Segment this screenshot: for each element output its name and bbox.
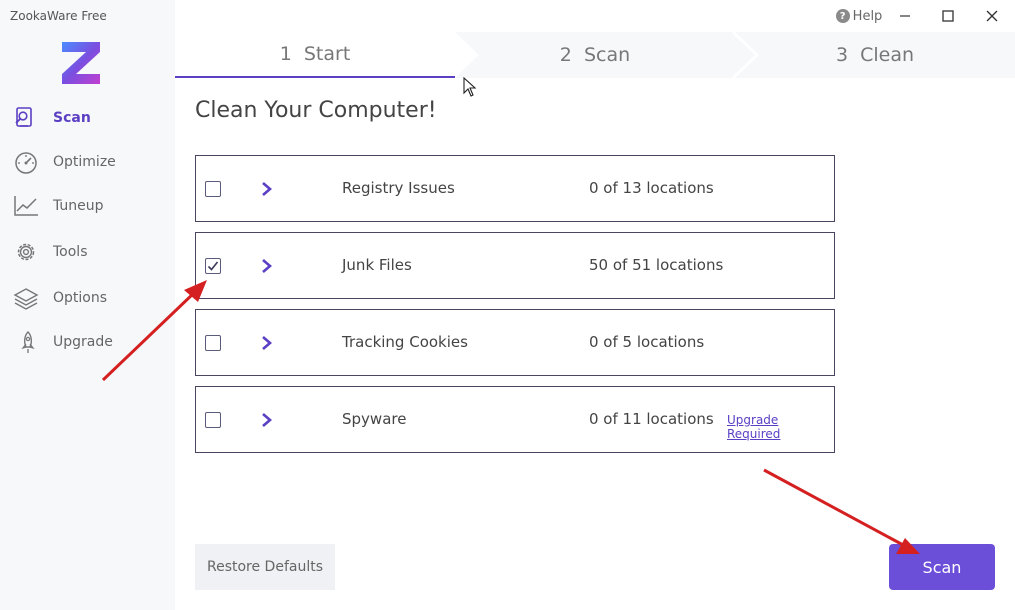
maximize-icon bbox=[942, 10, 954, 22]
close-icon bbox=[986, 10, 998, 22]
gear-icon bbox=[17, 243, 35, 261]
sidebar-item-label: Options bbox=[53, 290, 108, 306]
app-title: ZookaWare Free bbox=[10, 9, 107, 23]
category-count: 0 of 11 locations bbox=[589, 410, 714, 428]
minimize-icon bbox=[900, 15, 910, 17]
restore-defaults-button[interactable]: Restore Defaults bbox=[195, 544, 335, 590]
category-count: 0 of 13 locations bbox=[589, 179, 714, 197]
scan-category-spyware: Spyware 0 of 11 locations Upgrade Requir… bbox=[195, 386, 835, 453]
step-scan: 2 Scan bbox=[475, 32, 715, 78]
help-label: Help bbox=[852, 8, 883, 24]
sidebar-item-options[interactable]: Options bbox=[0, 280, 175, 316]
sidebar-item-scan[interactable]: Scan bbox=[0, 100, 175, 136]
upgrade-required-link[interactable]: Upgrade Required bbox=[727, 413, 834, 441]
sidebar-item-label: Tools bbox=[53, 244, 88, 260]
scan-category-registry-issues: Registry Issues 0 of 13 locations bbox=[195, 155, 835, 222]
scan-icon bbox=[15, 107, 32, 127]
step-label: Start bbox=[303, 43, 351, 65]
step-number: 1 bbox=[279, 43, 292, 65]
chart-line-icon bbox=[14, 196, 38, 216]
step-progress-bar: 1 Start 2 Scan 3 Clean bbox=[175, 32, 1015, 78]
sidebar-item-upgrade[interactable]: Upgrade bbox=[0, 324, 175, 360]
scan-category-tracking-cookies: Tracking Cookies 0 of 5 locations bbox=[195, 309, 835, 376]
registry-issues-checkbox[interactable] bbox=[205, 181, 221, 197]
step-label: Scan bbox=[583, 44, 631, 66]
step-clean: 3 Clean bbox=[745, 32, 1005, 78]
step-label: Clean bbox=[860, 44, 915, 66]
sidebar-item-optimize[interactable]: Optimize bbox=[0, 144, 175, 180]
category-count: 50 of 51 locations bbox=[589, 256, 724, 274]
chevron-right-icon[interactable] bbox=[260, 181, 274, 197]
layers-icon bbox=[13, 288, 39, 310]
chevron-right-icon[interactable] bbox=[260, 412, 274, 428]
scan-category-junk-files: Junk Files 50 of 51 locations bbox=[195, 232, 835, 299]
minimize-button[interactable] bbox=[885, 0, 925, 32]
mouse-cursor-icon bbox=[463, 77, 477, 97]
sidebar-item-label: Scan bbox=[53, 110, 91, 126]
sidebar-item-tuneup[interactable]: Tuneup bbox=[0, 188, 175, 224]
category-name: Registry Issues bbox=[342, 179, 455, 197]
speedometer-icon bbox=[15, 152, 37, 174]
category-count: 0 of 5 locations bbox=[589, 333, 705, 351]
chevron-right-icon[interactable] bbox=[260, 258, 274, 274]
sidebar: ZookaWare Free Scan Optimize Tuneup Tool… bbox=[0, 0, 175, 610]
step-start: 1 Start bbox=[175, 32, 455, 78]
page-title: Clean Your Computer! bbox=[195, 98, 437, 123]
category-name: Tracking Cookies bbox=[342, 333, 468, 351]
scan-button[interactable]: Scan bbox=[889, 544, 995, 590]
chevron-right-icon[interactable] bbox=[260, 335, 274, 351]
sidebar-item-tools[interactable]: Tools bbox=[0, 234, 175, 270]
sidebar-item-label: Upgrade bbox=[53, 334, 113, 350]
step-number: 2 bbox=[559, 44, 572, 66]
category-name: Junk Files bbox=[342, 256, 412, 274]
maximize-button[interactable] bbox=[928, 0, 968, 32]
tracking-cookies-checkbox[interactable] bbox=[205, 335, 221, 351]
sidebar-item-label: Optimize bbox=[53, 154, 116, 170]
zookaware-logo bbox=[62, 42, 100, 84]
help-button[interactable]: ? Help bbox=[833, 0, 885, 32]
rocket-icon bbox=[21, 331, 35, 353]
spyware-checkbox[interactable] bbox=[205, 412, 221, 428]
checkmark-icon bbox=[207, 261, 219, 271]
sidebar-item-label: Tuneup bbox=[53, 198, 104, 214]
category-name: Spyware bbox=[342, 410, 407, 428]
close-button[interactable] bbox=[972, 0, 1012, 32]
step-number: 3 bbox=[835, 44, 849, 66]
help-icon: ? bbox=[835, 9, 850, 23]
junk-files-checkbox[interactable] bbox=[205, 258, 221, 274]
